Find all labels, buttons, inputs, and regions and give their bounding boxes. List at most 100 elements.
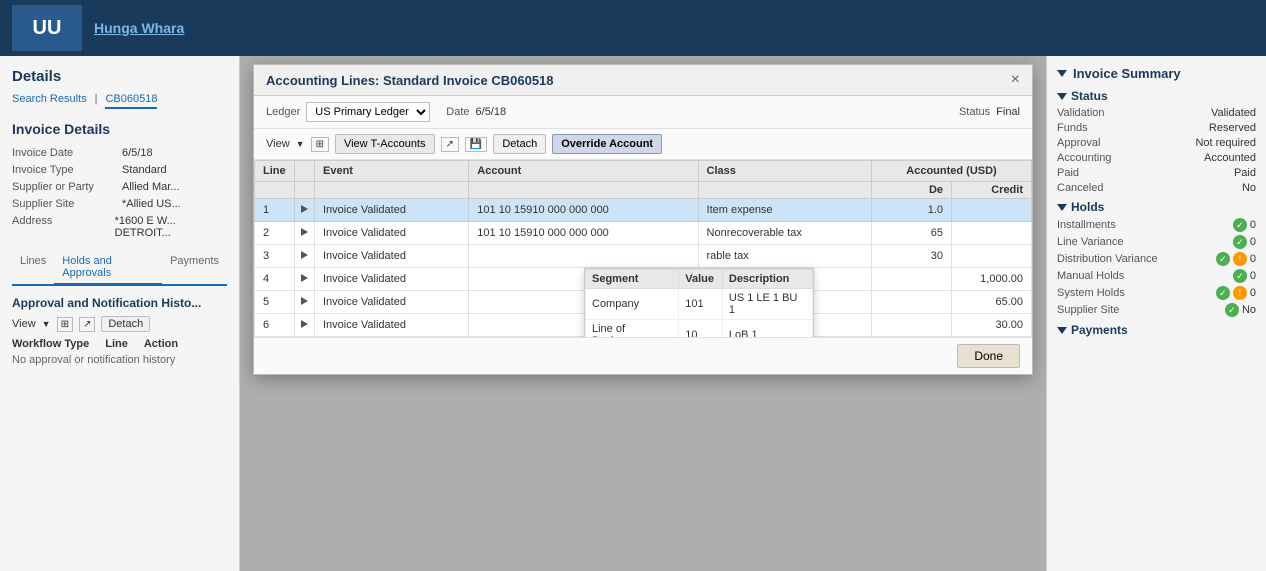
col-class: Class bbox=[698, 161, 871, 182]
table-row[interactable]: 2 Invoice Validated 101 10 15910 000 000… bbox=[255, 222, 1032, 245]
cell-debit bbox=[872, 291, 952, 314]
center-panel: Accounting Lines: Standard Invoice CB060… bbox=[240, 56, 1046, 571]
modal-body: Line Event Account Class Accounted (USD) bbox=[254, 160, 1032, 337]
ledger-select[interactable]: US Primary Ledger bbox=[306, 102, 430, 122]
cell-expand[interactable] bbox=[295, 222, 315, 245]
cell-credit: 30.00 bbox=[952, 314, 1032, 337]
cell-event: Invoice Validated bbox=[315, 222, 469, 245]
export-toolbar-icon[interactable]: ↗ bbox=[441, 137, 459, 152]
cell-line: 3 bbox=[255, 245, 295, 268]
right-panel: Invoice Summary Status ValidationValidat… bbox=[1046, 56, 1266, 571]
cell-event: Invoice Validated bbox=[315, 314, 469, 337]
table-layout-icon[interactable]: ⊞ bbox=[311, 137, 329, 152]
breadcrumb-search[interactable]: Search Results bbox=[12, 93, 87, 109]
field-value: Standard bbox=[122, 164, 167, 176]
tooltip-col-desc: Description bbox=[722, 270, 812, 289]
view-toolbar-icon[interactable]: ▼ bbox=[296, 139, 305, 149]
value: Accounted bbox=[1204, 152, 1256, 164]
orange-badge: ✓!0 bbox=[1216, 252, 1256, 266]
table-icon[interactable]: ⊞ bbox=[57, 317, 73, 332]
field-value: *1600 E W... DETROIT... bbox=[115, 215, 227, 239]
done-button[interactable]: Done bbox=[957, 344, 1020, 368]
right-row: PaidPaid bbox=[1057, 167, 1256, 179]
field-label: Supplier Site bbox=[12, 198, 122, 210]
label: Installments bbox=[1057, 219, 1116, 231]
tab-holds[interactable]: Holds and Approvals bbox=[54, 251, 162, 286]
modal-toolbar: View ▼ ⊞ View T-Accounts ↗ 💾 Detach Over… bbox=[254, 129, 1032, 160]
label: Approval bbox=[1057, 137, 1100, 149]
cell-credit bbox=[952, 199, 1032, 222]
modal-title: Accounting Lines: Standard Invoice CB060… bbox=[266, 73, 554, 88]
modal-footer: Done bbox=[254, 337, 1032, 374]
modal-header: Accounting Lines: Standard Invoice CB060… bbox=[254, 65, 1032, 96]
details-title: Details bbox=[12, 68, 227, 85]
field-row: Invoice TypeStandard bbox=[12, 164, 227, 176]
breadcrumb-active[interactable]: CB060518 bbox=[105, 93, 157, 109]
col-line: Line bbox=[255, 161, 295, 182]
table-row[interactable]: 1 Invoice Validated 101 10 15910 000 000… bbox=[255, 199, 1032, 222]
tab-lines[interactable]: Lines bbox=[12, 251, 54, 284]
col-debit: De bbox=[872, 182, 952, 199]
payments-header: Payments bbox=[1057, 323, 1256, 337]
col-account: Account bbox=[469, 161, 698, 182]
tooltip-col-segment: Segment bbox=[586, 270, 679, 289]
collapse-icon[interactable] bbox=[1057, 327, 1067, 334]
tab-payments[interactable]: Payments bbox=[162, 251, 227, 284]
field-label: Invoice Date bbox=[12, 147, 122, 159]
cell-expand[interactable] bbox=[295, 314, 315, 337]
col-action: Action bbox=[144, 338, 178, 350]
view-dropdown-icon[interactable]: ▼ bbox=[42, 319, 51, 329]
detach-btn[interactable]: Detach bbox=[101, 316, 150, 332]
tooltip-table: Segment Value Description Company101US 1… bbox=[585, 269, 813, 337]
table-row[interactable]: 3 Invoice Validated rable tax 30 bbox=[255, 245, 1032, 268]
system-holds-row: System Holds ✓!0 bbox=[1057, 286, 1256, 300]
status-section-header: Status bbox=[1057, 89, 1256, 103]
status-field: Status Final bbox=[959, 106, 1020, 118]
green-badge: ✓0 bbox=[1233, 218, 1256, 232]
col-workflow-type: Workflow Type bbox=[12, 338, 89, 350]
override-account-button[interactable]: Override Account bbox=[552, 134, 662, 154]
workflow-cols: Workflow Type Line Action bbox=[12, 338, 227, 350]
label: Distribution Variance bbox=[1057, 253, 1158, 265]
cell-event: Invoice Validated bbox=[315, 199, 469, 222]
label: Supplier Site bbox=[1057, 304, 1119, 316]
collapse-icon[interactable] bbox=[1057, 93, 1067, 100]
invoice-summary-title: Invoice Summary bbox=[1057, 66, 1256, 81]
field-value: Allied Mar... bbox=[122, 181, 179, 193]
status-section: Status ValidationValidated FundsReserved… bbox=[1057, 89, 1256, 194]
green-badge: ✓0 bbox=[1233, 269, 1256, 283]
view-label: View bbox=[12, 318, 36, 330]
cell-expand[interactable] bbox=[295, 245, 315, 268]
orange-badge2: ✓!0 bbox=[1216, 286, 1256, 300]
field-row: Supplier or PartyAllied Mar... bbox=[12, 181, 227, 193]
value: No bbox=[1242, 182, 1256, 194]
detach-modal-button[interactable]: Detach bbox=[493, 134, 546, 154]
field-value: *Allied US... bbox=[122, 198, 181, 210]
breadcrumb: Search Results | CB060518 bbox=[12, 93, 227, 109]
manual-holds-row: Manual Holds ✓0 bbox=[1057, 269, 1256, 283]
view-label: View bbox=[266, 138, 290, 150]
label: Funds bbox=[1057, 122, 1088, 134]
cell-class: Nonrecoverable tax bbox=[698, 222, 871, 245]
field-row: Address*1600 E W... DETROIT... bbox=[12, 215, 227, 239]
date-field: Date 6/5/18 bbox=[446, 106, 506, 118]
app-header: UU Hunga Whara bbox=[0, 0, 1266, 56]
status-label: Status bbox=[959, 106, 990, 118]
cell-class: Item expense bbox=[698, 199, 871, 222]
label: Paid bbox=[1057, 167, 1079, 179]
cell-expand[interactable] bbox=[295, 268, 315, 291]
cell-expand[interactable] bbox=[295, 199, 315, 222]
collapse-icon[interactable] bbox=[1057, 204, 1067, 211]
cell-event: Invoice Validated bbox=[315, 268, 469, 291]
right-row: AccountingAccounted bbox=[1057, 152, 1256, 164]
save-icon[interactable]: 💾 bbox=[465, 137, 487, 152]
t-accounts-button[interactable]: View T-Accounts bbox=[335, 134, 435, 154]
cell-debit bbox=[872, 268, 952, 291]
cell-line: 6 bbox=[255, 314, 295, 337]
cell-expand[interactable] bbox=[295, 291, 315, 314]
col-credit: Credit bbox=[952, 182, 1032, 199]
modal-close-button[interactable]: × bbox=[1011, 72, 1020, 88]
export-icon[interactable]: ↗ bbox=[79, 317, 95, 332]
holds-section: Holds Installments ✓0 Line Variance ✓0 D… bbox=[1057, 200, 1256, 317]
col-expand bbox=[295, 161, 315, 182]
